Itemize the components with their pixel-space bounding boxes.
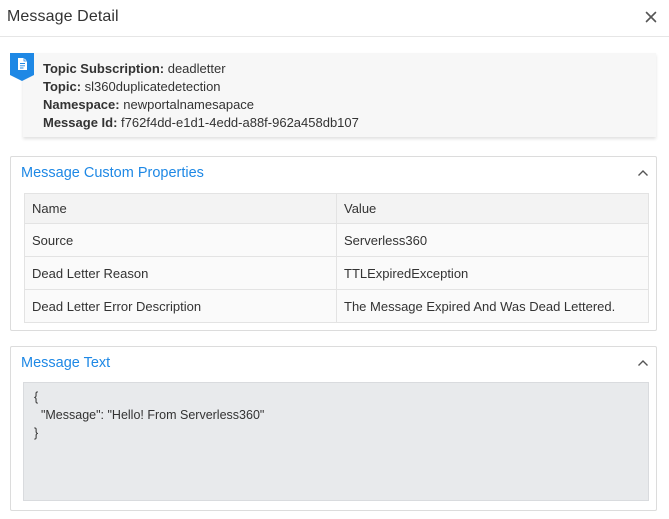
topic-line: Topic: sl360duplicatedetection bbox=[43, 79, 221, 94]
code-line: "Message": "Hello! From Serverless360" bbox=[34, 408, 265, 422]
property-name: Source bbox=[24, 223, 337, 257]
message-id-label: Message Id: bbox=[43, 115, 118, 130]
message-id-value: f762f4dd-e1d1-4edd-a88f-962a458db107 bbox=[121, 115, 359, 130]
property-value: TTLExpiredException bbox=[336, 256, 649, 290]
dialog-header: Message Detail bbox=[0, 0, 669, 37]
document-icon bbox=[10, 53, 34, 81]
custom-properties-title: Message Custom Properties bbox=[21, 165, 204, 181]
message-body-viewer[interactable]: { "Message": "Hello! From Serverless360"… bbox=[23, 382, 649, 501]
table-row: Dead Letter Error Description The Messag… bbox=[24, 289, 649, 323]
topic-value: sl360duplicatedetection bbox=[84, 79, 221, 94]
namespace-line: Namespace: newportalnamesapace bbox=[43, 97, 254, 112]
chevron-up-icon[interactable] bbox=[637, 359, 649, 367]
topic-subscription-label: Topic Subscription: bbox=[43, 61, 165, 76]
message-id-line: Message Id: f762f4dd-e1d1-4edd-a88f-962a… bbox=[43, 115, 359, 130]
column-header-name: Name bbox=[24, 193, 337, 224]
custom-properties-table: Name Value Source Serverless360 Dead Let… bbox=[24, 193, 649, 323]
dialog-title: Message Detail bbox=[7, 8, 119, 25]
topic-label: Topic: bbox=[43, 79, 82, 94]
namespace-label: Namespace: bbox=[43, 97, 120, 112]
close-icon[interactable] bbox=[643, 9, 659, 25]
message-text-panel: Message Text { "Message": "Hello! From S… bbox=[10, 346, 657, 511]
namespace-value: newportalnamesapace bbox=[123, 97, 255, 112]
code-line: } bbox=[34, 426, 39, 440]
message-info-card: Topic Subscription: deadletter Topic: sl… bbox=[23, 53, 656, 137]
table-row: Dead Letter Reason TTLExpiredException bbox=[24, 256, 649, 290]
table-header-row: Name Value bbox=[24, 193, 649, 224]
property-value: Serverless360 bbox=[336, 223, 649, 257]
property-name: Dead Letter Reason bbox=[24, 256, 337, 290]
message-text-title: Message Text bbox=[21, 355, 111, 371]
property-name: Dead Letter Error Description bbox=[24, 289, 337, 323]
topic-subscription-line: Topic Subscription: deadletter bbox=[43, 61, 226, 76]
property-value: The Message Expired And Was Dead Lettere… bbox=[336, 289, 649, 323]
table-row: Source Serverless360 bbox=[24, 223, 649, 257]
column-header-value: Value bbox=[336, 193, 649, 224]
chevron-up-icon[interactable] bbox=[637, 169, 649, 177]
topic-subscription-value: deadletter bbox=[167, 61, 226, 76]
code-line: { bbox=[34, 390, 39, 404]
custom-properties-panel: Message Custom Properties Name Value Sou… bbox=[10, 156, 657, 331]
